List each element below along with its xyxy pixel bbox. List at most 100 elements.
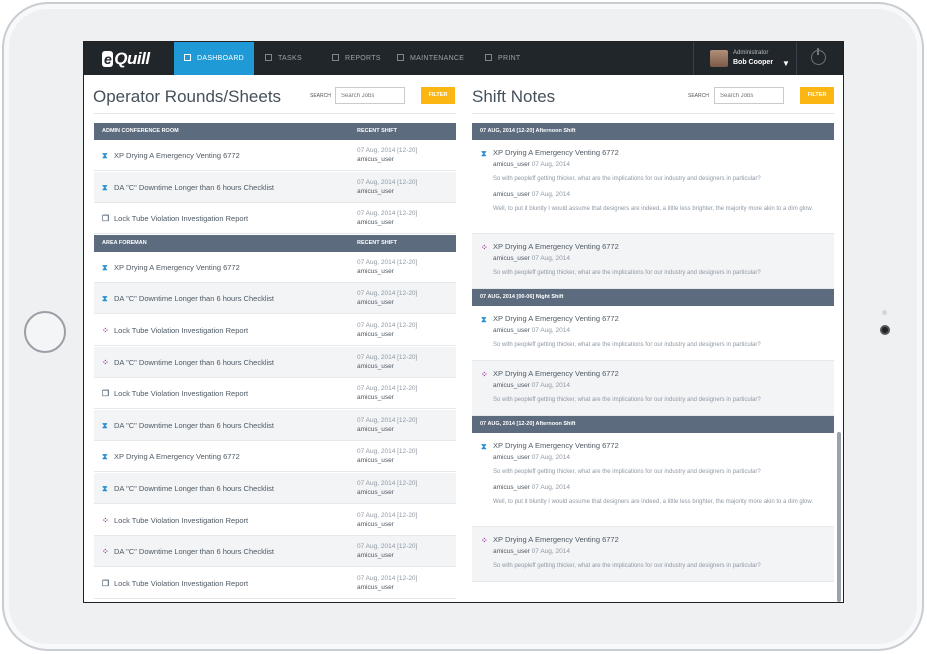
scrollbar[interactable] bbox=[837, 432, 841, 602]
shift-note[interactable]: ⧗ XP Drying A Emergency Venting 6772 amicu… bbox=[472, 306, 834, 361]
item-user: amicus_user bbox=[357, 362, 394, 370]
list-item[interactable]: ⧗ DA "C" Downtime Longer than 6 hours Che… bbox=[94, 171, 456, 203]
item-user: amicus_user bbox=[357, 489, 394, 496]
list-item[interactable]: ⁘ Lock Tube Violation Investigation Repor… bbox=[94, 505, 456, 536]
shift-note[interactable]: ⁘ XP Drying A Emergency Venting 6772 amicu… bbox=[472, 527, 834, 582]
list-item[interactable]: ⧗ DA "C" Downtime Longer than 6 hours Che… bbox=[94, 473, 456, 504]
section-title: ADMIN CONFERENCE ROOM bbox=[102, 128, 179, 134]
comment-meta: amicus_user 07 Aug, 2014 bbox=[493, 327, 570, 334]
comment-date: 07 Aug, 2014 bbox=[531, 548, 570, 555]
hourglass-icon: ⧗ bbox=[102, 420, 108, 430]
item-title: Lock Tube Violation Investigation Report bbox=[114, 578, 249, 588]
search-input[interactable] bbox=[714, 87, 784, 104]
item-date: 07 Aug, 2014 [12-20] bbox=[357, 178, 418, 186]
list-item[interactable]: ⁘ Lock Tube Violation Investigation Repor… bbox=[94, 315, 456, 346]
grid-icon: ⁘ bbox=[102, 547, 109, 557]
search-input[interactable] bbox=[335, 87, 405, 104]
list-item[interactable]: ⧗ XP Drying A Emergency Venting 6772 07 Au… bbox=[94, 441, 456, 473]
chevron-down-icon[interactable]: ▼ bbox=[782, 59, 790, 68]
hourglass-icon: ⧗ bbox=[481, 442, 487, 451]
item-user: amicus_user bbox=[357, 425, 394, 433]
print-icon bbox=[485, 54, 492, 61]
nav-maintenance[interactable]: MAINTENANCE bbox=[397, 42, 464, 75]
wrench-icon bbox=[397, 54, 404, 61]
hourglass-icon: ⧗ bbox=[102, 484, 108, 493]
item-date: 07 Aug, 2014 [12-20] bbox=[357, 480, 418, 487]
shift-note[interactable]: ⧗ XP Drying A Emergency Venting 6772 amicu… bbox=[472, 433, 834, 527]
item-user: amicus_user bbox=[357, 187, 394, 195]
comment-date: 07 Aug, 2014 bbox=[531, 191, 570, 198]
list-item[interactable]: ❐ Lock Tube Violation Investigation Repor… bbox=[94, 568, 456, 599]
list-item[interactable]: ❐ Lock Tube Violation Investigation Repor… bbox=[94, 203, 456, 235]
comment-text: So with peopleff getting thicker, what a… bbox=[493, 469, 761, 475]
item-date: 07 Aug, 2014 [12-20] bbox=[357, 147, 418, 154]
hourglass-icon: ⧗ bbox=[481, 315, 487, 324]
nav-reports[interactable]: REPORTS bbox=[332, 42, 381, 75]
comment-date: 07 Aug, 2014 bbox=[531, 255, 570, 262]
list-item[interactable]: ⧗ XP Drying A Emergency Venting 6772 07 Au… bbox=[94, 252, 456, 283]
section-header: AREA FOREMAN RECENT SHIFT bbox=[94, 234, 456, 252]
home-button[interactable] bbox=[24, 311, 66, 353]
note-title: XP Drying A Emergency Venting 6772 bbox=[493, 441, 619, 450]
power-icon[interactable] bbox=[811, 48, 826, 65]
nav-print[interactable]: PRINT bbox=[485, 42, 521, 75]
item-title: Lock Tube Violation Investigation Report bbox=[114, 389, 249, 399]
item-title: DA "C" Downtime Longer than 6 hours Chec… bbox=[114, 547, 274, 557]
item-user: amicus_user bbox=[357, 552, 394, 560]
filter-button[interactable]: FILTER bbox=[800, 87, 834, 104]
section-title: AREA FOREMAN bbox=[102, 239, 147, 246]
item-title: DA "C" Downtime Longer than 6 hours Chec… bbox=[114, 484, 274, 493]
item-title: Lock Tube Violation Investigation Report bbox=[114, 326, 249, 335]
note-title: XP Drying A Emergency Venting 6772 bbox=[493, 148, 619, 157]
equill-logo[interactable]: e Quill bbox=[102, 49, 150, 69]
list-item[interactable]: ⁘ DA "C" Downtime Longer than 6 hours Che… bbox=[94, 536, 456, 568]
comment-text: So with peopleff getting thicker, what a… bbox=[493, 176, 761, 182]
grid-icon: ⁘ bbox=[481, 536, 488, 545]
comment-text: So with peopleff getting thicker, what a… bbox=[493, 563, 761, 569]
item-title: DA "C" Downtime Longer than 6 hours Chec… bbox=[114, 182, 274, 192]
item-date: 07 Aug, 2014 [12-20] bbox=[357, 210, 418, 218]
item-date: 07 Aug, 2014 [12-20] bbox=[357, 322, 418, 329]
note-title: XP Drying A Emergency Venting 6772 bbox=[493, 535, 619, 544]
comment-text: So with peopleff getting thicker, what a… bbox=[493, 397, 761, 403]
document-icon: ❐ bbox=[102, 578, 110, 588]
hourglass-icon: ⧗ bbox=[481, 149, 487, 158]
comment-meta: amicus_user 07 Aug, 2014 bbox=[493, 382, 570, 389]
item-date: 07 Aug, 2014 [12-20] bbox=[357, 511, 418, 519]
comment-date: 07 Aug, 2014 bbox=[531, 484, 570, 491]
search-label: SEARCH bbox=[310, 93, 331, 99]
user-menu[interactable]: Administrator Bob Cooper ▼ bbox=[693, 42, 797, 75]
comment-user: amicus_user bbox=[493, 327, 530, 334]
item-date: 07 Aug, 2014 [12-20] bbox=[357, 353, 418, 361]
shift-note[interactable]: ⧗ XP Drying A Emergency Venting 6772 amicu… bbox=[472, 140, 834, 234]
list-item[interactable]: ⧗ XP Drying A Emergency Venting 6772 07 Au… bbox=[94, 140, 456, 171]
shift-note[interactable]: ⁘ XP Drying A Emergency Venting 6772 amicu… bbox=[472, 234, 834, 289]
filter-button[interactable]: FILTER bbox=[421, 87, 455, 104]
comment-date: 07 Aug, 2014 bbox=[531, 382, 570, 389]
list-item[interactable]: ⁘ DA "C" Downtime Longer than 6 hours Che… bbox=[94, 346, 456, 378]
item-user: amicus_user bbox=[357, 331, 394, 338]
front-camera bbox=[880, 325, 890, 335]
item-title: XP Drying A Emergency Venting 6772 bbox=[114, 452, 240, 462]
item-user: amicus_user bbox=[357, 267, 394, 275]
nav-tasks[interactable]: TASKS bbox=[265, 42, 302, 75]
document-icon: ❐ bbox=[102, 214, 110, 224]
hourglass-icon: ⧗ bbox=[102, 452, 108, 462]
clipboard-icon bbox=[265, 54, 272, 61]
hourglass-icon: ⧗ bbox=[102, 262, 108, 272]
list-item[interactable]: ❐ Lock Tube Violation Investigation Repor… bbox=[94, 378, 456, 410]
divider bbox=[94, 113, 456, 114]
comment-text: Well, to put it bluntly I would assume t… bbox=[493, 206, 814, 212]
item-user: amicus_user bbox=[357, 520, 394, 528]
shift-note[interactable]: ⁘ XP Drying A Emergency Venting 6772 amicu… bbox=[472, 361, 834, 416]
list-item[interactable]: ⧗ DA "C" Downtime Longer than 6 hours Che… bbox=[94, 283, 456, 315]
nav-dashboard[interactable]: DASHBOARD bbox=[174, 42, 255, 75]
shift-group-header: 07 AUG, 2014 [12-20] Afternoon Shift bbox=[472, 123, 834, 140]
comment-meta: amicus_user 07 Aug, 2014 bbox=[493, 161, 570, 168]
comment-date: 07 Aug, 2014 bbox=[531, 161, 570, 168]
list-item[interactable]: ⧗ DA "C" Downtime Longer than 6 hours Che… bbox=[94, 409, 456, 441]
note-title: XP Drying A Emergency Venting 6772 bbox=[493, 369, 619, 378]
hourglass-icon: ⧗ bbox=[102, 182, 108, 192]
grid-icon: ⁘ bbox=[481, 370, 488, 379]
item-date: 07 Aug, 2014 [12-20] bbox=[357, 416, 418, 424]
